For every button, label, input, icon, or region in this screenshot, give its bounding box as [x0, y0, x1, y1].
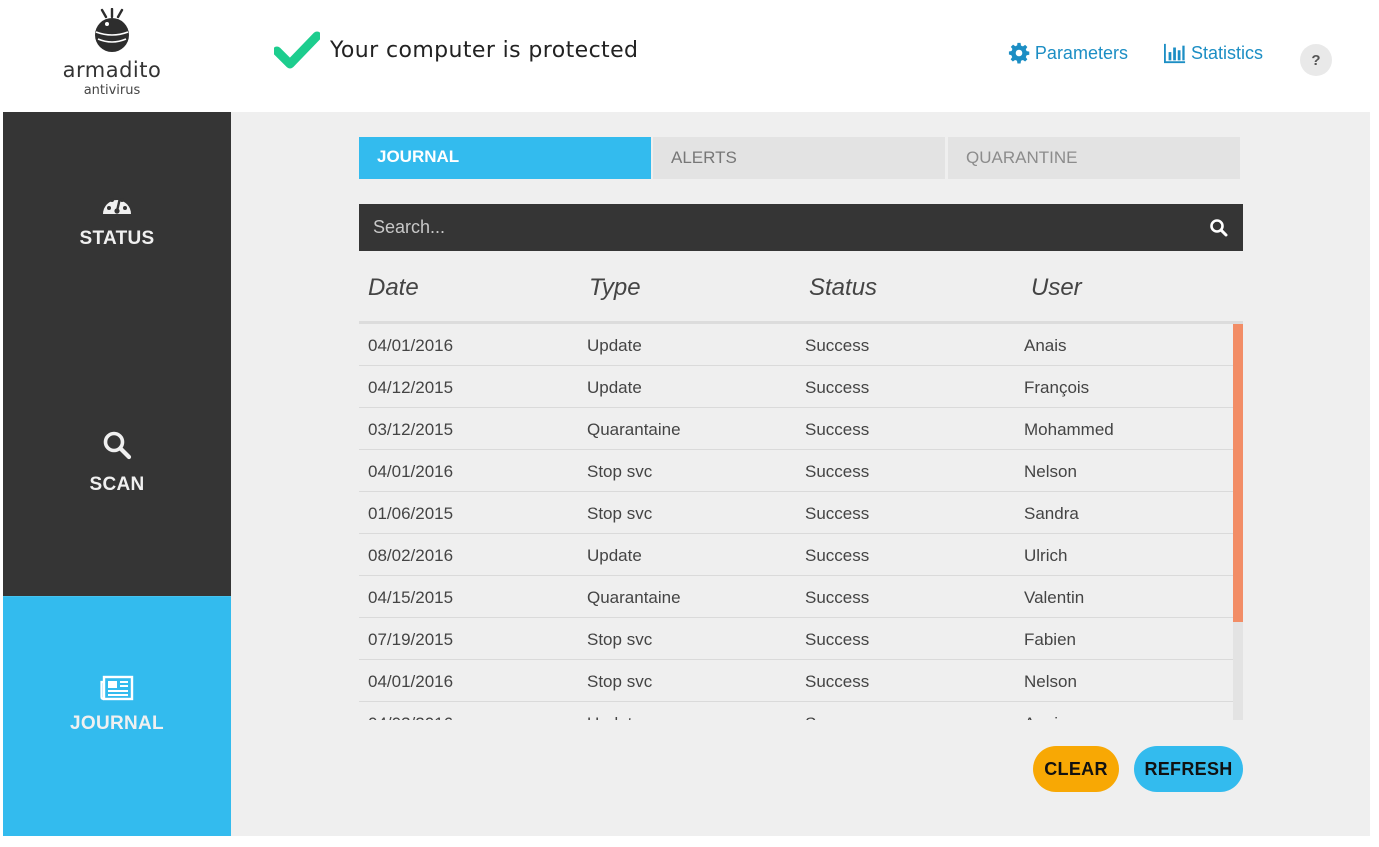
- cell-user: Anais: [1024, 336, 1067, 355]
- search-icon: [103, 431, 132, 460]
- cell-type: Stop svc: [587, 504, 653, 523]
- cell-date: 04/01/2016: [368, 462, 454, 481]
- table-row[interactable]: 04/15/2015 Quarantaine Success Valentin: [359, 576, 1233, 618]
- parameters-link-label: Parameters: [1034, 42, 1128, 63]
- column-header-status[interactable]: Status: [809, 274, 877, 302]
- column-header-user[interactable]: User: [1031, 274, 1082, 302]
- cell-type: Update: [587, 714, 642, 720]
- sidebar-item-label: STATUS: [79, 228, 155, 249]
- search-bar: [359, 204, 1243, 251]
- cell-status: Success: [805, 588, 870, 607]
- checkmark-icon: [274, 31, 320, 69]
- cell-type: Quarantaine: [587, 420, 681, 439]
- journal-table-body: 04/01/2016 Update Success Anais 04/12/2015 Up…: [359, 324, 1233, 720]
- armadito-logo: armadito antivirus: [50, 8, 174, 98]
- app-header: armadito antivirus Your computer is prot…: [0, 0, 1379, 112]
- cell-user: Mohammed: [1024, 420, 1114, 439]
- cell-user: Nelson: [1024, 462, 1077, 481]
- cell-user: François: [1024, 378, 1090, 397]
- bar-chart-icon: [1163, 43, 1186, 64]
- journal-tabs: JOURNAL ALERTS QUARANTINE: [359, 137, 1240, 179]
- statistics-link-label: Statistics: [1190, 42, 1263, 63]
- dashboard-icon: [103, 197, 131, 214]
- refresh-button[interactable]: REFRESH: [1134, 746, 1243, 792]
- cell-date: 04/03/2016: [368, 714, 453, 720]
- cell-status: Success: [805, 378, 870, 397]
- sidebar-item-label: JOURNAL: [70, 713, 164, 734]
- tab-journal[interactable]: JOURNAL: [359, 137, 651, 179]
- cell-status: Success: [805, 546, 870, 565]
- cell-date: 04/01/2016: [368, 336, 454, 355]
- table-header: Date Type Status User: [359, 264, 1243, 322]
- column-header-type[interactable]: Type: [589, 274, 641, 302]
- table-row[interactable]: 04/12/2015 Update Success François: [359, 366, 1233, 408]
- sidebar-item-scan[interactable]: SCAN: [3, 430, 231, 496]
- help-button[interactable]: ?: [1300, 44, 1332, 76]
- column-header-date[interactable]: Date: [368, 274, 419, 302]
- table-row[interactable]: 04/03/2016 Update Success Anais: [359, 702, 1233, 720]
- statistics-link[interactable]: Statistics: [1163, 42, 1263, 64]
- cell-type: Stop svc: [587, 672, 653, 691]
- brand-subtitle: antivirus: [83, 83, 141, 98]
- cell-status: Success: [805, 420, 870, 439]
- sidebar-item-journal[interactable]: JOURNAL: [3, 596, 243, 836]
- cell-status: Success: [805, 672, 870, 691]
- table-row[interactable]: 01/06/2015 Stop svc Success Sandra: [359, 492, 1233, 534]
- cell-status: Success: [805, 504, 870, 523]
- cell-user: Valentin: [1024, 588, 1085, 607]
- cell-date: 08/02/2016: [368, 546, 454, 565]
- table-row[interactable]: 08/02/2016 Update Success Ulrich: [359, 534, 1233, 576]
- cell-user: Nelson: [1024, 672, 1077, 691]
- cell-user: Anais: [1024, 714, 1067, 720]
- table-row[interactable]: 04/01/2016 Stop svc Success Nelson: [359, 450, 1233, 492]
- cell-date: 04/15/2015: [368, 588, 454, 607]
- search-input[interactable]: [359, 204, 1189, 251]
- sidebar-item-status[interactable]: STATUS: [3, 190, 231, 250]
- cell-status: Success: [805, 462, 870, 481]
- cell-user: Ulrich: [1024, 546, 1068, 565]
- table-row[interactable]: 03/12/2015 Quarantaine Success Mohammed: [359, 408, 1233, 450]
- protection-status-text: Your computer is protected: [330, 37, 639, 63]
- newspaper-icon: [100, 675, 134, 701]
- cell-type: Update: [587, 546, 642, 565]
- armadillo-logo-icon: [95, 8, 129, 52]
- scrollbar-track[interactable]: [1233, 324, 1243, 720]
- cell-date: 04/12/2015: [368, 378, 454, 397]
- table-row[interactable]: 04/01/2016 Update Success Anais: [359, 324, 1233, 366]
- gear-icon: [1008, 42, 1030, 64]
- tab-alerts[interactable]: ALERTS: [653, 137, 945, 179]
- cell-type: Stop svc: [587, 630, 653, 649]
- cell-status: Success: [805, 336, 870, 355]
- journal-panel: JOURNAL ALERTS QUARANTINE Date Type Stat…: [231, 112, 1370, 836]
- cell-user: Fabien: [1024, 630, 1076, 649]
- cell-date: 01/06/2015: [368, 504, 454, 523]
- sidebar: STATUS SCAN JOURNAL: [3, 112, 243, 836]
- cell-status: Success: [805, 630, 870, 649]
- cell-type: Update: [587, 378, 642, 397]
- cell-date: 04/01/2016: [368, 672, 454, 691]
- cell-type: Stop svc: [587, 462, 653, 481]
- sidebar-item-label: SCAN: [89, 474, 145, 495]
- header-links: Parameters Statistics: [972, 42, 1263, 64]
- search-icon[interactable]: [1209, 218, 1229, 238]
- cell-type: Update: [587, 336, 642, 355]
- table-row[interactable]: 04/01/2016 Stop svc Success Nelson: [359, 660, 1233, 702]
- table-row[interactable]: 07/19/2015 Stop svc Success Fabien: [359, 618, 1233, 660]
- protection-status: Your computer is protected: [274, 30, 638, 70]
- cell-user: Sandra: [1024, 504, 1079, 523]
- cell-type: Quarantaine: [587, 588, 681, 607]
- parameters-link[interactable]: Parameters: [1008, 42, 1128, 64]
- clear-button[interactable]: CLEAR: [1033, 746, 1119, 792]
- brand-name: armadito: [62, 58, 162, 82]
- tab-quarantine[interactable]: QUARANTINE: [948, 137, 1240, 179]
- scrollbar-thumb[interactable]: [1233, 324, 1243, 622]
- cell-date: 03/12/2015: [368, 420, 454, 439]
- cell-date: 07/19/2015: [368, 630, 454, 649]
- cell-status: Success: [805, 714, 869, 720]
